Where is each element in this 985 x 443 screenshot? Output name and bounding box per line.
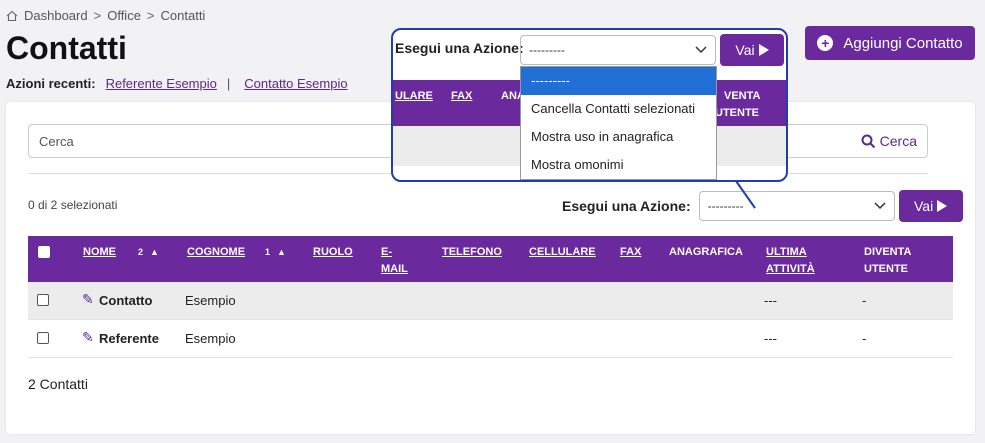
- plus-circle-icon: +: [817, 35, 834, 51]
- breadcrumb-separator: >: [146, 8, 155, 23]
- recent-separator: |: [226, 76, 231, 91]
- header-anagrafica: ANAGRAFICA: [669, 246, 743, 258]
- dropdown-option-usage[interactable]: Mostra uso in anagrafica: [521, 123, 716, 151]
- breadcrumb-dashboard[interactable]: Dashboard: [24, 8, 88, 23]
- action-label: Esegui una Azione:: [562, 198, 691, 214]
- home-icon: [6, 10, 18, 21]
- header-telefono[interactable]: TELEFONO: [442, 244, 502, 261]
- dropdown-option-homonyms[interactable]: Mostra omonimi: [521, 151, 716, 179]
- callout-header-cellulare: ULARE: [395, 90, 433, 102]
- go-button[interactable]: Vai: [898, 190, 963, 222]
- row-cognome-link[interactable]: Esempio: [185, 331, 236, 346]
- search-placeholder: Cerca: [39, 133, 74, 149]
- recent-actions: Azioni recenti: Referente Esempio | Cont…: [6, 76, 348, 91]
- row-ultima-attivita: ---: [764, 331, 777, 346]
- dropdown-option-empty[interactable]: ---------: [521, 67, 716, 95]
- header-ruolo[interactable]: RUOLO: [313, 244, 353, 261]
- header-fax[interactable]: FAX: [620, 244, 641, 261]
- play-icon: [937, 200, 948, 212]
- callout-go-button[interactable]: Vai: [720, 34, 784, 66]
- header-nome[interactable]: NOME: [83, 244, 116, 261]
- header-ultima-top[interactable]: ULTIMA: [766, 244, 807, 261]
- callout-pointer: [735, 180, 756, 209]
- row-nome-link[interactable]: Contatto: [99, 293, 152, 308]
- header-email-bottom[interactable]: MAIL: [381, 261, 408, 278]
- edit-icon[interactable]: ✎: [82, 291, 94, 308]
- callout-action-label: Esegui una Azione:: [395, 40, 524, 56]
- table-row: ✎ Contatto Esempio --- -: [28, 282, 953, 320]
- go-button-label: Vai: [914, 198, 934, 214]
- callout-header-fax: FAX: [451, 90, 473, 102]
- breadcrumb-separator: >: [93, 8, 102, 23]
- table-header: NOME 2 ▲ COGNOME 1 ▲ RUOLO E- MAIL TELEF…: [28, 236, 953, 282]
- row-checkbox[interactable]: [37, 332, 49, 344]
- page-title: Contatti: [6, 30, 127, 66]
- search-button-label: Cerca: [879, 133, 917, 149]
- sort-index-nome: 2: [138, 247, 144, 257]
- header-email-top[interactable]: E-: [381, 244, 392, 261]
- row-diventa-utente: -: [862, 293, 867, 308]
- dropdown-option-delete[interactable]: Cancella Contatti selezionati: [521, 95, 716, 123]
- search-icon: [861, 134, 875, 148]
- sort-index-cognome: 1: [265, 247, 271, 257]
- add-contact-label: Aggiungi Contatto: [843, 34, 963, 52]
- add-contact-button[interactable]: + Aggiungi Contatto: [805, 26, 975, 60]
- callout-header-utente: UTENTE: [715, 107, 759, 119]
- recent-link-referente[interactable]: Referente Esempio: [106, 76, 217, 91]
- recent-link-contatto[interactable]: Contatto Esempio: [244, 76, 347, 91]
- header-diventa-bottom: UTENTE: [864, 263, 908, 275]
- row-nome-link[interactable]: Referente: [99, 331, 159, 346]
- header-ultima-bottom[interactable]: ATTIVITÀ: [766, 261, 815, 278]
- header-diventa-top: DIVENTA: [864, 246, 912, 258]
- row-diventa-utente: -: [862, 331, 867, 346]
- chevron-down-icon: [695, 46, 707, 54]
- callout-action-select[interactable]: ---------: [520, 35, 716, 65]
- total-count: 2 Contatti: [28, 376, 88, 392]
- row-checkbox[interactable]: [37, 294, 49, 306]
- search-button[interactable]: Cerca: [861, 129, 917, 153]
- sort-up-icon[interactable]: ▲: [277, 244, 286, 261]
- recent-actions-label: Azioni recenti:: [6, 76, 96, 91]
- row-ultima-attivita: ---: [764, 293, 777, 308]
- breadcrumb-office[interactable]: Office: [107, 8, 141, 23]
- chevron-down-icon: [874, 202, 886, 210]
- callout-go-label: Vai: [735, 42, 755, 58]
- header-cognome[interactable]: COGNOME: [187, 244, 245, 261]
- play-icon: [758, 44, 769, 56]
- contacts-table: NOME 2 ▲ COGNOME 1 ▲ RUOLO E- MAIL TELEF…: [28, 236, 953, 358]
- action-bar: Esegui una Azione: --------- Vai: [562, 190, 963, 222]
- row-cognome-link[interactable]: Esempio: [185, 293, 236, 308]
- action-dropdown-list: --------- Cancella Contatti selezionati …: [520, 66, 717, 180]
- callout-action-select-value: ---------: [529, 43, 565, 57]
- select-all-checkbox[interactable]: [38, 246, 50, 258]
- zoom-callout: ULARE FAX ANA VENTA UTENTE Esegui una Az…: [391, 28, 788, 182]
- table-row: ✎ Referente Esempio --- -: [28, 320, 953, 358]
- edit-icon[interactable]: ✎: [82, 329, 94, 346]
- breadcrumb-current: Contatti: [160, 8, 206, 23]
- sort-up-icon[interactable]: ▲: [150, 244, 159, 261]
- callout-header-diventa: VENTA: [724, 90, 761, 102]
- selection-count: 0 di 2 selezionati: [28, 198, 118, 212]
- action-select[interactable]: ---------: [698, 191, 895, 221]
- breadcrumb: Dashboard > Office > Contatti: [6, 8, 205, 23]
- header-cellulare[interactable]: CELLULARE: [529, 244, 596, 261]
